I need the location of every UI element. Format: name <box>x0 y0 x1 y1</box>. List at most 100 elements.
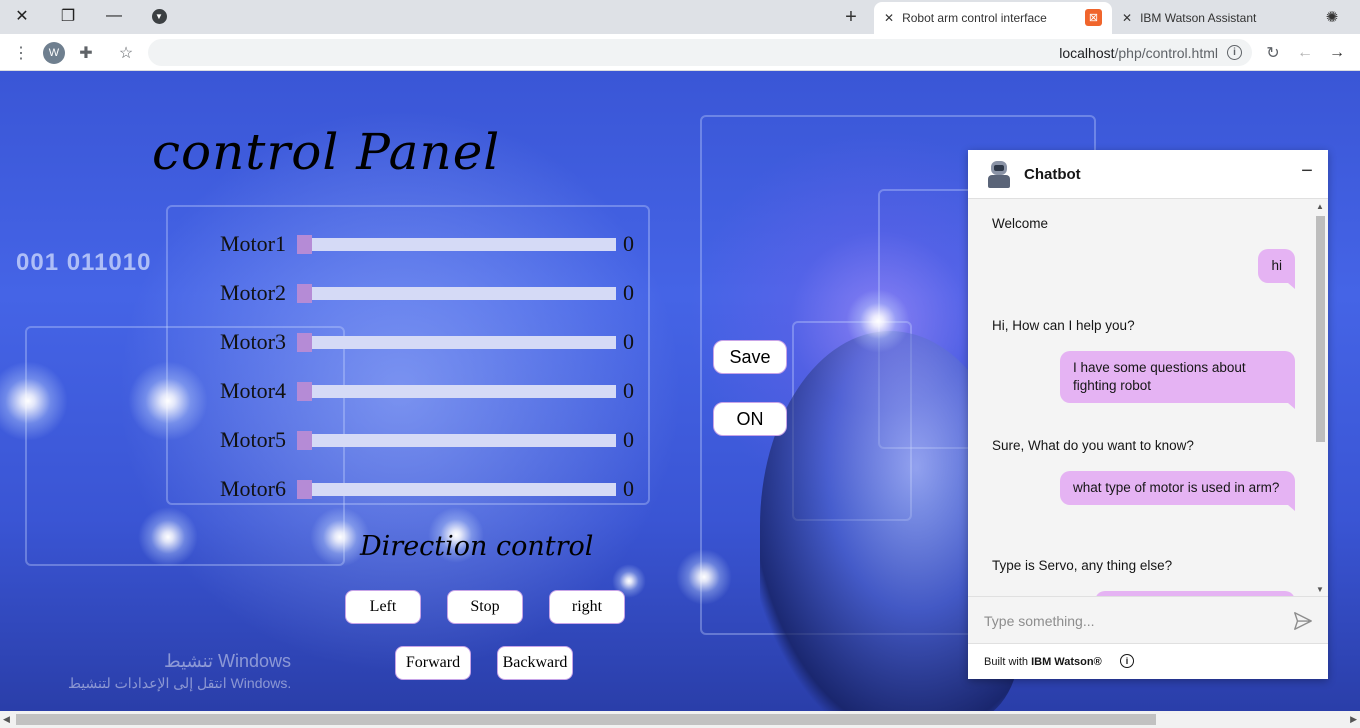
motor3-slider[interactable] <box>297 336 616 349</box>
motor-row-2: Motor2 0 <box>220 280 640 306</box>
on-button[interactable]: ON <box>713 402 787 436</box>
chatbot-header: Chatbot − <box>968 150 1328 199</box>
slider-thumb[interactable] <box>297 235 312 254</box>
scroll-left-icon[interactable]: ◀ <box>3 714 10 725</box>
chat-messages: Welcome hi Hi, How can I help you? I hav… <box>968 200 1312 596</box>
avatar: W <box>43 42 65 64</box>
motor-value: 0 <box>623 280 634 305</box>
motor-label: Motor1 <box>220 231 286 256</box>
robot-avatar-icon <box>986 161 1012 189</box>
motor-label: Motor5 <box>220 427 286 452</box>
tab-watson[interactable]: ✕ IBM Watson Assistant <box>1116 2 1316 34</box>
motor5-slider[interactable] <box>297 434 616 447</box>
save-button[interactable]: Save <box>713 340 787 374</box>
bot-message: Hi, How can I help you? <box>992 318 1135 333</box>
motor-row-1: Motor1 0 <box>220 231 640 257</box>
close-window-button[interactable]: ✕ <box>0 0 44 32</box>
user-message: what type of motor is used in arm? <box>1060 471 1295 511</box>
light-glow <box>676 549 732 605</box>
background-binary-text: 001 011010 <box>16 249 152 276</box>
motor-value: 0 <box>623 329 634 354</box>
windows-activation-watermark-sub: انتقل إلى الإعدادات لتنشيط Windows. <box>68 675 292 691</box>
tab-search-button[interactable]: ▼ <box>137 0 181 32</box>
motor-label: Motor6 <box>220 476 286 501</box>
left-button[interactable]: Left <box>345 590 421 624</box>
profile-button[interactable]: W <box>41 40 67 66</box>
motor-label: Motor2 <box>220 280 286 305</box>
motor-value: 0 <box>623 231 634 256</box>
light-glow <box>138 507 198 567</box>
tab-title: Robot arm control interface <box>902 11 1047 25</box>
motor-label: Motor3 <box>220 329 286 354</box>
chat-footer: Built with IBM Watson® i <box>968 644 1328 679</box>
scroll-up-icon[interactable]: ▲ <box>1316 202 1324 211</box>
chatbot-title: Chatbot <box>1024 166 1081 183</box>
info-icon[interactable]: i <box>1120 654 1134 668</box>
motor6-slider[interactable] <box>297 483 616 496</box>
slider-thumb[interactable] <box>297 284 312 303</box>
bot-message: Welcome <box>992 216 1049 231</box>
light-glow <box>846 289 910 353</box>
motor4-slider[interactable] <box>297 385 616 398</box>
restore-window-button[interactable]: ❐ <box>46 0 90 32</box>
slider-thumb[interactable] <box>297 382 312 401</box>
scroll-thumb[interactable] <box>16 714 1156 725</box>
extension-bug-icon[interactable]: ✺ <box>1320 6 1344 28</box>
bot-message: Sure, What do you want to know? <box>992 438 1194 453</box>
extensions-icon[interactable]: ✚ <box>73 40 99 66</box>
minimize-icon[interactable]: − <box>1298 161 1316 182</box>
motor-row-6: Motor6 0 <box>220 476 640 502</box>
url-text: localhost/php/control.html <box>1059 45 1218 61</box>
slider-thumb[interactable] <box>297 480 312 499</box>
motor-value: 0 <box>623 476 634 501</box>
slider-thumb[interactable] <box>297 333 312 352</box>
motor-row-3: Motor3 0 <box>220 329 640 355</box>
motor-row-4: Motor4 0 <box>220 378 640 404</box>
motor1-slider[interactable] <box>297 238 616 251</box>
page-title: control Panel <box>152 123 501 181</box>
chat-input-bar <box>968 596 1328 644</box>
tab-strip: ✕ ❐ — ▼ + ✕ Robot arm control interface … <box>0 0 1360 34</box>
tab-title: IBM Watson Assistant <box>1140 11 1257 25</box>
menu-dots-icon[interactable]: ⋮ <box>8 40 34 66</box>
motor2-slider[interactable] <box>297 287 616 300</box>
right-button[interactable]: right <box>549 590 625 624</box>
browser-toolbar: ⋮ W ✚ ☆ localhost/php/control.html i ↻ ←… <box>0 34 1360 71</box>
back-arrow-icon[interactable]: ← <box>1292 40 1318 66</box>
motor-label: Motor4 <box>220 378 286 403</box>
horizontal-scrollbar[interactable]: ◀ ▶ <box>0 711 1360 728</box>
xampp-favicon-icon: ⊠ <box>1085 9 1102 26</box>
close-tab-icon[interactable]: ✕ <box>1122 11 1132 25</box>
backward-button[interactable]: Backward <box>497 646 573 680</box>
bot-message: Type is Servo, any thing else? <box>992 558 1173 573</box>
motor-value: 0 <box>623 378 634 403</box>
new-tab-button[interactable]: + <box>836 3 866 31</box>
scroll-right-icon[interactable]: ▶ <box>1350 714 1357 725</box>
chat-message-input[interactable] <box>984 610 1274 632</box>
direction-control-title: Direction control <box>360 531 594 562</box>
chevron-down-icon: ▼ <box>151 8 167 24</box>
chatbot-panel: Chatbot − Welcome hi Hi, How can I help … <box>968 150 1328 679</box>
forward-button[interactable]: Forward <box>395 646 471 680</box>
slider-thumb[interactable] <box>297 431 312 450</box>
motor-row-5: Motor5 0 <box>220 427 640 453</box>
light-glow <box>128 361 208 441</box>
tab-robot-arm[interactable]: ✕ Robot arm control interface ⊠ <box>874 2 1112 34</box>
scroll-thumb[interactable] <box>1316 216 1325 442</box>
user-message: hi <box>1258 249 1295 289</box>
forward-arrow-icon[interactable]: → <box>1324 40 1350 66</box>
send-icon[interactable] <box>1292 610 1314 632</box>
reload-icon[interactable]: ↻ <box>1260 40 1286 66</box>
motor-value: 0 <box>623 427 634 452</box>
user-message: I have some questions about fighting rob… <box>1060 351 1295 409</box>
bookmark-star-icon[interactable]: ☆ <box>113 40 139 66</box>
minimize-window-button[interactable]: — <box>92 0 136 32</box>
chat-scrollbar[interactable]: ▲ ▼ <box>1313 202 1328 594</box>
windows-activation-watermark: تنشيط Windows <box>164 651 292 671</box>
built-with-text: Built with IBM Watson® <box>984 656 1102 668</box>
scroll-down-icon[interactable]: ▼ <box>1316 585 1324 594</box>
close-tab-icon[interactable]: ✕ <box>884 11 894 25</box>
site-info-icon[interactable]: i <box>1227 45 1242 60</box>
stop-button[interactable]: Stop <box>447 590 523 624</box>
address-bar[interactable]: localhost/php/control.html i <box>148 39 1252 66</box>
